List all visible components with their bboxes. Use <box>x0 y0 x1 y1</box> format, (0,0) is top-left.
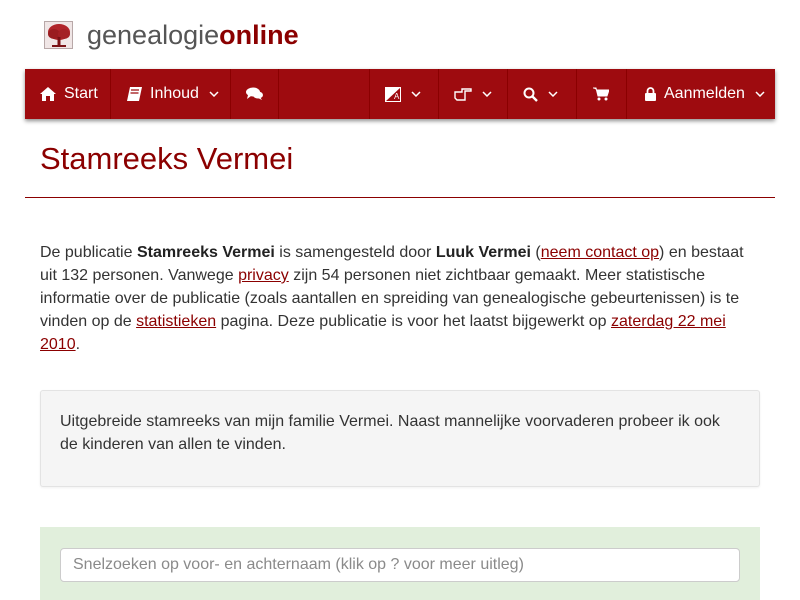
nav-language[interactable]: A <box>370 69 439 119</box>
quick-search-panel <box>40 527 760 600</box>
contact-link[interactable]: neem contact op <box>541 244 659 261</box>
book-icon <box>127 87 142 101</box>
nav-login[interactable]: Aanmelden <box>627 69 775 119</box>
publication-intro: De publicatie Stamreeks Vermei is sameng… <box>40 241 760 356</box>
language-icon: A <box>385 86 401 102</box>
nav-forum[interactable] <box>231 69 279 119</box>
search-icon <box>523 87 538 102</box>
intro-text: ( <box>530 244 541 261</box>
intro-text: pagina. Deze publicatie is voor het laat… <box>216 313 612 330</box>
nav-search[interactable] <box>508 69 577 119</box>
privacy-link[interactable]: privacy <box>238 267 289 284</box>
chevron-down-icon <box>482 91 492 97</box>
publication-name: Stamreeks Vermei <box>136 244 275 261</box>
hand-pointer-icon <box>454 87 472 101</box>
title-divider <box>25 197 775 198</box>
nav-actions[interactable] <box>439 69 508 119</box>
svg-text:A: A <box>394 92 400 101</box>
publication-description: Uitgebreide stamreeks van mijn familie V… <box>40 390 760 487</box>
nav-cart[interactable] <box>577 69 627 119</box>
chevron-down-icon <box>209 91 219 97</box>
nav-spacer <box>279 69 370 119</box>
intro-text: . <box>75 336 81 353</box>
chevron-down-icon <box>548 91 558 97</box>
comments-icon <box>246 87 263 101</box>
site-logo[interactable]: genealogieonline <box>44 20 299 50</box>
main-navbar: Start Inhoud A Aanmelden <box>25 69 775 119</box>
logo-text-online: online <box>219 20 299 50</box>
tree-logo-icon <box>44 21 73 49</box>
statistics-link[interactable]: statistieken <box>136 313 216 330</box>
author-name: Luuk Vermei <box>435 244 531 261</box>
nav-login-label: Aanmelden <box>664 85 745 102</box>
page-title: Stamreeks Vermei <box>40 141 294 176</box>
logo-text-genealogie: genealogie <box>87 20 220 50</box>
nav-inhoud-label: Inhoud <box>150 85 199 102</box>
intro-text: is samengesteld door <box>274 244 436 261</box>
cart-icon <box>593 87 609 101</box>
chevron-down-icon <box>411 91 421 97</box>
lock-icon <box>645 87 656 101</box>
nav-start-label: Start <box>64 85 98 102</box>
logo-wordmark: genealogieonline <box>87 20 299 50</box>
nav-inhoud[interactable]: Inhoud <box>111 69 231 119</box>
nav-start[interactable]: Start <box>25 69 111 119</box>
quick-search-input[interactable] <box>60 548 740 582</box>
home-icon <box>40 87 56 101</box>
chevron-down-icon <box>755 91 765 97</box>
intro-text: De publicatie <box>40 244 137 261</box>
